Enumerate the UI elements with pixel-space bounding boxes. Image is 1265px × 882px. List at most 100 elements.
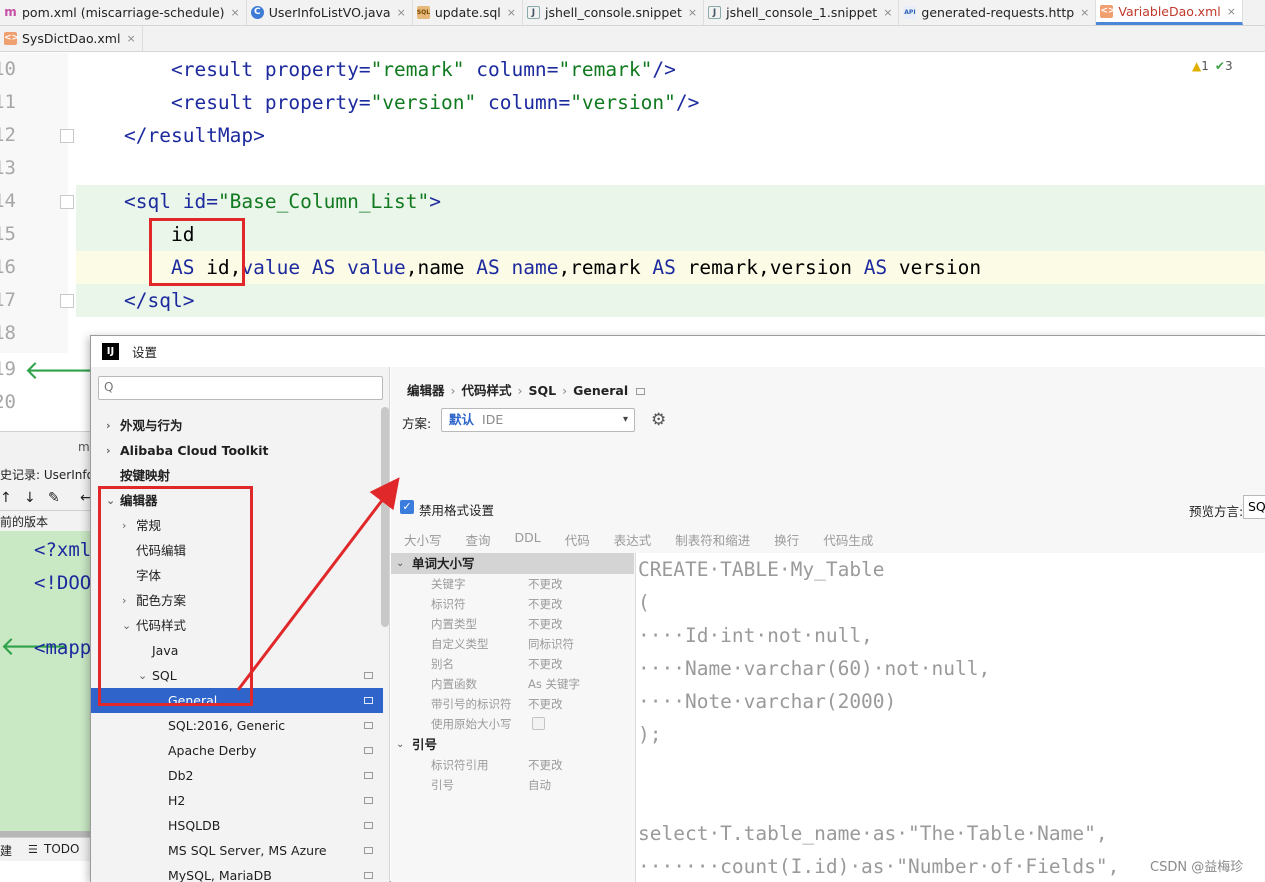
breadcrumb-separator: ›	[450, 383, 456, 398]
project-settings-icon	[364, 797, 373, 804]
option-checkbox[interactable]	[532, 717, 545, 730]
option-value[interactable]: 不更改	[528, 654, 563, 674]
option-row[interactable]: 使用原始大小写	[391, 714, 634, 734]
editor-tab[interactable]: Jjshell_console.snippet ×	[523, 0, 705, 25]
code-style-tab[interactable]: 换行	[774, 530, 799, 549]
settings-tree-item[interactable]: 按键映射	[91, 463, 383, 488]
code-style-tab[interactable]: DDL	[515, 530, 541, 549]
fold-marker-icon[interactable]	[60, 294, 74, 308]
code-style-tab[interactable]: 制表符和缩进	[675, 530, 750, 549]
close-icon[interactable]: ×	[231, 6, 240, 19]
editor-tab-label: generated-requests.http	[921, 5, 1075, 20]
option-group-header[interactable]: ⌄ 单词大小写	[391, 553, 634, 574]
option-row[interactable]: 自定义类型 同标识符	[391, 634, 634, 654]
line-number: 17	[0, 289, 16, 311]
code-line: 12 </resultMap>	[0, 119, 1265, 152]
close-icon[interactable]: ×	[397, 6, 406, 19]
chevron-right-icon[interactable]: ›	[106, 413, 111, 438]
close-icon[interactable]: ×	[1080, 6, 1089, 19]
option-label: 引号	[431, 778, 454, 792]
breadcrumb-item: 代码样式	[461, 383, 512, 398]
code-text: <sql id="Base_Column_List">	[124, 190, 442, 213]
settings-tree-item[interactable]: H2	[91, 788, 383, 813]
chevron-down-icon[interactable]: ⌄	[396, 553, 404, 574]
settings-tree-item[interactable]: Apache Derby	[91, 738, 383, 763]
editor-tab[interactable]: m pom.xml (miscarriage-schedule) ×	[0, 0, 247, 25]
chevron-down-icon: ▾	[622, 414, 628, 425]
code-style-tab[interactable]: 代码生成	[823, 530, 873, 549]
scheme-dropdown[interactable]: 默认 IDE ▾	[441, 408, 635, 432]
settings-tree-item[interactable]: › Alibaba Cloud Toolkit	[91, 438, 383, 463]
option-row[interactable]: 内置类型 不更改	[391, 614, 634, 634]
code-text: <result property="version" column="versi…	[170, 91, 700, 114]
editor-tab[interactable]: C UserInfoListVO.java ×	[247, 0, 413, 25]
http-request-icon: API	[903, 6, 917, 19]
option-row[interactable]: 标识符 不更改	[391, 594, 634, 614]
close-icon[interactable]: ×	[507, 6, 516, 19]
preview-code-line: ····Name·varchar(60)·not·null,	[638, 657, 991, 680]
gear-icon[interactable]: ⚙	[651, 410, 666, 430]
intellij-logo-icon: IJ	[102, 343, 119, 360]
editor-tab[interactable]: SQL update.sql ×	[413, 0, 523, 25]
settings-tree-item[interactable]: › 外观与行为	[91, 413, 383, 438]
editor-tab[interactable]: <> VariableDao.xml ×	[1096, 0, 1243, 25]
option-row[interactable]: 带引号的标识符 不更改	[391, 694, 634, 714]
close-icon[interactable]: ×	[126, 32, 135, 45]
option-row[interactable]: 引号 自动	[391, 775, 634, 795]
option-value[interactable]: 不更改	[528, 694, 563, 714]
option-row[interactable]: 别名 不更改	[391, 654, 634, 674]
code-text: <result property="remark" column="remark…	[170, 58, 676, 81]
inspection-widget[interactable]: ▲1 ✔3	[1192, 59, 1233, 73]
option-value[interactable]: As 关键字	[528, 674, 580, 694]
chevron-right-icon[interactable]: ›	[106, 438, 111, 463]
disable-formatting-label[interactable]: 禁用格式设置	[419, 500, 494, 519]
close-icon[interactable]: ×	[688, 6, 697, 19]
up-arrow-icon[interactable]: ↑	[0, 490, 12, 506]
option-group-header[interactable]: ⌄ 引号	[391, 734, 634, 755]
option-value[interactable]: 同标识符	[528, 634, 574, 654]
option-value[interactable]: 不更改	[528, 755, 563, 775]
option-value[interactable]: 自动	[528, 775, 551, 795]
option-row[interactable]: 关键字 不更改	[391, 574, 634, 594]
version-label: 前的版本	[0, 515, 49, 529]
preview-dialect-dropdown[interactable]: SQ	[1243, 495, 1265, 519]
todo-icon[interactable]: ☰	[28, 843, 38, 856]
down-arrow-icon[interactable]: ↓	[24, 490, 36, 506]
editor-tab[interactable]: <> SysDictDao.xml ×	[0, 26, 143, 51]
settings-dialog: IJ 设置 Q › 外观与行为 › Alibaba Cloud Toolkit 按键映射…	[90, 335, 1265, 882]
code-editor[interactable]: 10 <result property="remark" column="rem…	[0, 53, 1265, 353]
fold-marker-icon[interactable]	[60, 129, 74, 143]
code-style-tab[interactable]: 查询	[466, 530, 491, 549]
settings-tree-item[interactable]: MS SQL Server, MS Azure	[91, 838, 383, 863]
project-settings-icon	[364, 672, 373, 679]
settings-tree-item[interactable]: SQL:2016, Generic	[91, 713, 383, 738]
jshell-icon: J	[526, 6, 540, 19]
edit-icon[interactable]: ✎	[48, 490, 60, 506]
option-row[interactable]: 标识符引用 不更改	[391, 755, 634, 775]
editor-tab[interactable]: API generated-requests.http ×	[899, 0, 1097, 25]
code-text: </sql>	[124, 289, 195, 312]
fold-marker-icon[interactable]	[60, 195, 74, 209]
code-style-tab[interactable]: 大小写	[404, 530, 442, 549]
chevron-down-icon[interactable]: ⌄	[396, 734, 404, 755]
disable-formatting-checkbox[interactable]: ✓	[400, 500, 414, 514]
option-row[interactable]: 内置函数 As 关键字	[391, 674, 634, 694]
editor-tab-label: UserInfoListVO.java	[268, 5, 391, 20]
settings-tree-item[interactable]: MySQL, MariaDB	[91, 863, 383, 882]
option-group-label: 单词大小写	[412, 556, 475, 571]
close-icon[interactable]: ×	[883, 6, 892, 19]
todo-tab[interactable]: TODO	[44, 842, 79, 856]
back-arrow-icon[interactable]: 🡐	[24, 355, 94, 386]
editor-tab[interactable]: Jjshell_console_1.snippet ×	[704, 0, 900, 25]
settings-tree-item[interactable]: HSQLDB	[91, 813, 383, 838]
option-value[interactable]: 不更改	[528, 614, 563, 634]
close-icon[interactable]: ×	[1227, 5, 1236, 18]
dialog-title-bar[interactable]: IJ 设置	[91, 336, 1265, 367]
option-value[interactable]: 不更改	[528, 594, 563, 614]
settings-search-input[interactable]: Q	[98, 376, 383, 400]
option-value[interactable]: 不更改	[528, 574, 563, 594]
code-style-tab[interactable]: 代码	[565, 530, 590, 549]
settings-tree-item[interactable]: Db2	[91, 763, 383, 788]
preview-code-line: ····Note·varchar(2000)	[638, 690, 897, 713]
code-style-tab[interactable]: 表达式	[614, 530, 652, 549]
